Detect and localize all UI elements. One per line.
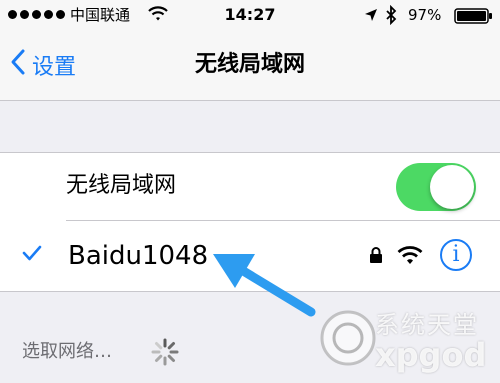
location-icon (364, 7, 378, 26)
annotation-arrow (205, 240, 325, 324)
checkmark-icon (22, 244, 42, 266)
bluetooth-icon (385, 4, 397, 29)
connected-network-name[interactable]: Baidu1048 (68, 239, 208, 273)
watermark-text-bottom: xpgod (375, 336, 487, 374)
spinner-icon (150, 337, 180, 371)
lock-icon (369, 246, 383, 268)
toggle-knob (430, 165, 474, 209)
row-divider (66, 220, 500, 221)
watermark-text-top: 系统天堂 (375, 311, 479, 339)
battery-icon (454, 8, 494, 28)
wifi-toggle-label: 无线局域网 (66, 173, 177, 198)
battery-percent: 97% (408, 6, 442, 24)
choose-network-label: 选取网络… (22, 341, 112, 362)
wifi-toggle-switch[interactable] (396, 163, 476, 211)
info-icon[interactable]: i (440, 239, 472, 271)
page-title: 无线局域网 (194, 52, 305, 77)
wifi-signal-icon (397, 245, 423, 269)
